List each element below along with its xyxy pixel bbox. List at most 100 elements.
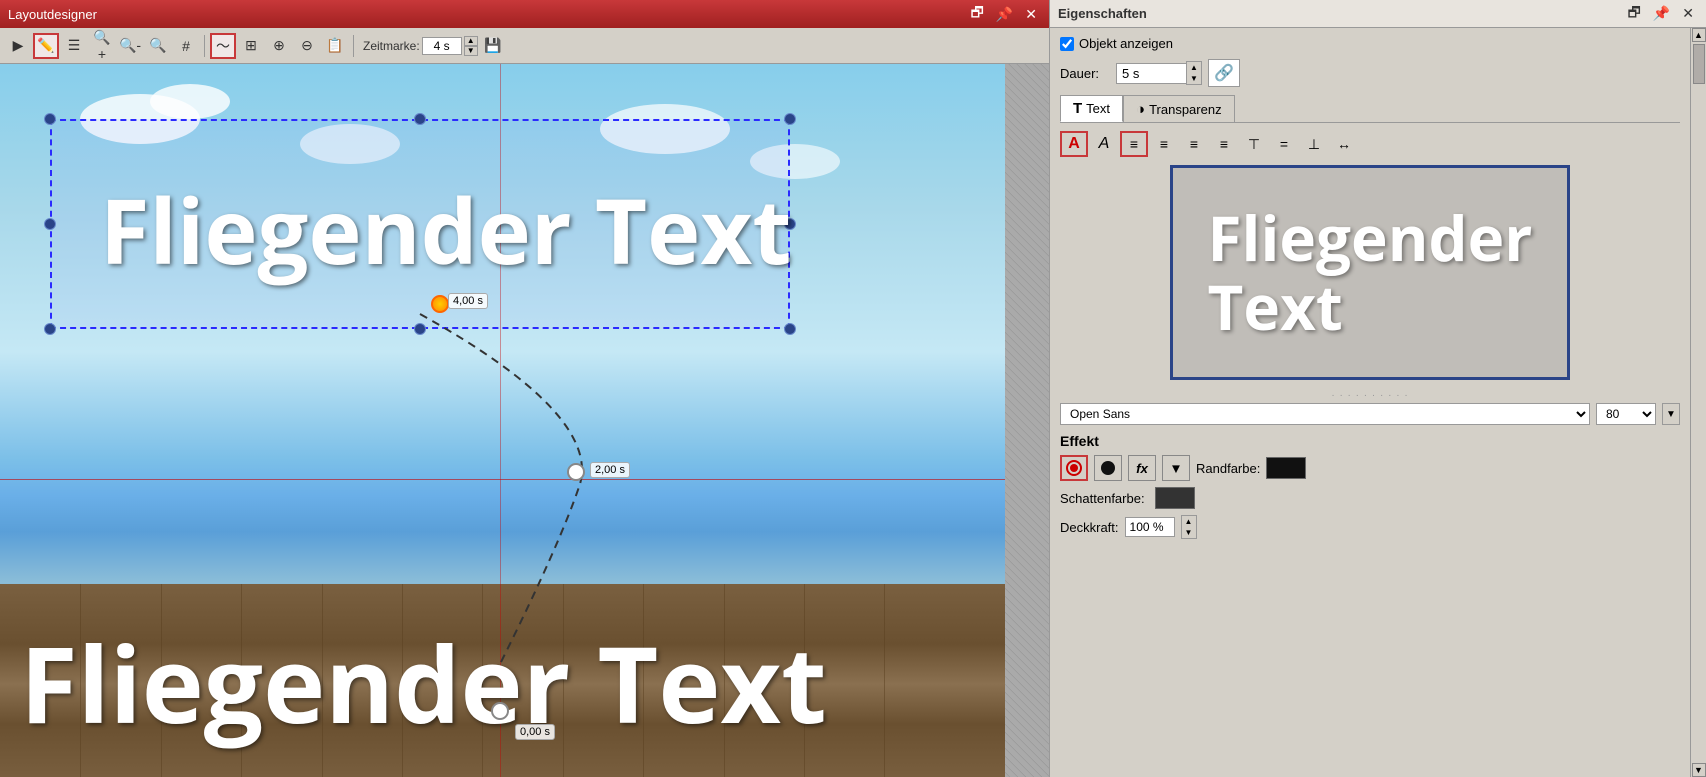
effect-arrow-button[interactable]: ▼ [1162,455,1190,481]
dauer-spin-btns: ▲ ▼ [1186,61,1202,85]
font-size-down[interactable]: ▼ [1662,403,1680,425]
right-title-controls: 🗗 📌 ✕ [1624,2,1698,26]
dauer-input[interactable] [1116,63,1186,84]
keyframe-0s-label: 0,00 s [515,724,555,740]
right-panel-body: Objekt anzeigen Dauer: ▲ ▼ 🔗 T [1050,28,1706,777]
randfarbe-color[interactable] [1266,457,1306,479]
effect-filled-button[interactable] [1094,455,1122,481]
text-direction-button[interactable]: ↔ [1330,131,1358,157]
select-tool-button[interactable]: ▶ [5,33,31,59]
tab-transparenz-label: Transparenz [1149,102,1222,117]
align-right-button[interactable]: ≡ [1180,131,1208,157]
deckkraft-spin: ▲ ▼ [1181,515,1197,539]
dauer-spin: ▲ ▼ [1116,61,1202,85]
right-pin-button[interactable]: 📌 [1649,2,1674,26]
font-size-select[interactable]: 80 [1596,403,1656,425]
handle-top-mid[interactable] [414,113,426,125]
deckkraft-up[interactable]: ▲ [1182,516,1196,527]
tab-text-label: Text [1086,101,1110,116]
save-button[interactable]: 💾 [480,33,506,59]
minimize-button[interactable]: 🗗 [967,2,988,26]
text-tab-icon: T [1073,100,1082,117]
grid-button[interactable]: # [173,33,199,59]
handle-top-right[interactable] [784,113,796,125]
plank11 [884,584,885,777]
align-center-button[interactable]: ≡ [1150,131,1178,157]
scene: Fliegender Text 4,00 s 2,00 s Fliegender… [0,64,1005,777]
toolbar-sep2 [353,35,354,57]
add-media-button[interactable]: ⊞ [238,33,264,59]
align-top-button[interactable]: ⊤ [1240,131,1268,157]
handle-bot-left[interactable] [44,323,56,335]
align-mid-button[interactable]: = [1270,131,1298,157]
handle-bot-right[interactable] [784,323,796,335]
zeitmarke-label: Zeitmarke: [363,39,420,53]
zoom-in-button[interactable]: 🔍+ [89,33,115,59]
scrollbar-track[interactable] [1692,44,1706,761]
link-button[interactable]: 🔗 [1208,59,1240,87]
zoom-out-button[interactable]: 🔍- [117,33,143,59]
text-preview-box: FliegenderText [1170,165,1570,380]
path-tool-button[interactable]: 〜 [210,33,236,59]
keyframe-2s-dot[interactable] [567,463,585,481]
justify-button[interactable]: ≡ [1210,131,1238,157]
text-object-top[interactable]: Fliegender Text 4,00 s [50,119,790,329]
right-close-button[interactable]: ✕ [1678,2,1698,26]
pin-button[interactable]: 📌 [992,2,1017,26]
objekt-anzeigen-text: Objekt anzeigen [1079,36,1173,51]
effekt-title: Effekt [1060,433,1680,449]
zeitmarke-spin: ▲ ▼ [464,36,478,56]
properties-tabs: T Text ◑ Transparenz [1060,95,1680,123]
effect-fx-button[interactable]: fx [1128,455,1156,481]
guide-horizontal [0,479,1005,480]
toolbar-sep1 [204,35,205,57]
remove-button[interactable]: ⊖ [294,33,320,59]
objekt-anzeigen-checkbox[interactable] [1060,37,1074,51]
tab-transparenz[interactable]: ◑ Transparenz [1123,95,1235,122]
zeitmarke-down[interactable]: ▼ [464,46,478,56]
deckkraft-down[interactable]: ▼ [1182,527,1196,538]
objekt-anzeigen-label: Objekt anzeigen [1060,36,1173,51]
font-select[interactable]: Open Sans [1060,403,1590,425]
objekt-anzeigen-row: Objekt anzeigen [1060,36,1680,51]
handle-bot-mid[interactable] [414,323,426,335]
align-left-button[interactable]: ≡ [1120,131,1148,157]
copy-button[interactable]: 📋 [322,33,348,59]
effect-circle-button[interactable] [1060,455,1088,481]
right-scrollbar: ▲ ▼ [1690,28,1706,777]
keyframe-4s-label: 4,00 s [448,293,488,309]
deckkraft-input[interactable] [1125,517,1175,537]
scroll-up-arrow[interactable]: ▲ [1692,28,1706,42]
add-button[interactable]: ⊕ [266,33,292,59]
properties-content: Objekt anzeigen Dauer: ▲ ▼ 🔗 T [1050,28,1690,777]
draw-tool-button[interactable]: ✏️ [33,33,59,59]
tab-text[interactable]: T Text [1060,95,1123,122]
text-object-bottom: Fliegender Text [20,611,827,754]
handle-mid-left[interactable] [44,218,56,230]
zeitmarke-up[interactable]: ▲ [464,36,478,46]
left-title-controls: 🗗 📌 ✕ [967,2,1041,26]
keyframe-4s-dot[interactable] [431,295,449,313]
filled-effect-icon [1099,459,1117,477]
list-tool-button[interactable]: ☰ [61,33,87,59]
deckkraft-row: Deckkraft: ▲ ▼ [1060,515,1680,539]
scroll-down-arrow[interactable]: ▼ [1692,763,1706,777]
bold-button[interactable]: A [1060,131,1088,157]
keyframe-2s-label: 2,00 s [590,462,630,478]
canvas-area[interactable]: Fliegender Text 4,00 s 2,00 s Fliegender… [0,64,1049,777]
right-minimize-button[interactable]: 🗗 [1624,2,1645,26]
close-button[interactable]: ✕ [1021,2,1041,26]
zeitmarke-input[interactable] [422,37,462,55]
dauer-up[interactable]: ▲ [1187,62,1201,73]
zoom-reset-button[interactable]: 🔍 [145,33,171,59]
scrollbar-thumb[interactable] [1693,44,1705,84]
handle-top-left[interactable] [44,113,56,125]
dauer-down[interactable]: ▼ [1187,73,1201,84]
keyframe-0s-dot[interactable] [491,702,509,720]
align-bot-button[interactable]: ⊥ [1300,131,1328,157]
dauer-row: Dauer: ▲ ▼ 🔗 [1060,59,1680,87]
italic-button[interactable]: A [1090,131,1118,157]
transparenz-tab-icon: ◑ [1136,101,1145,118]
cloud2 [150,84,230,119]
schattenfarbe-color[interactable] [1155,487,1195,509]
